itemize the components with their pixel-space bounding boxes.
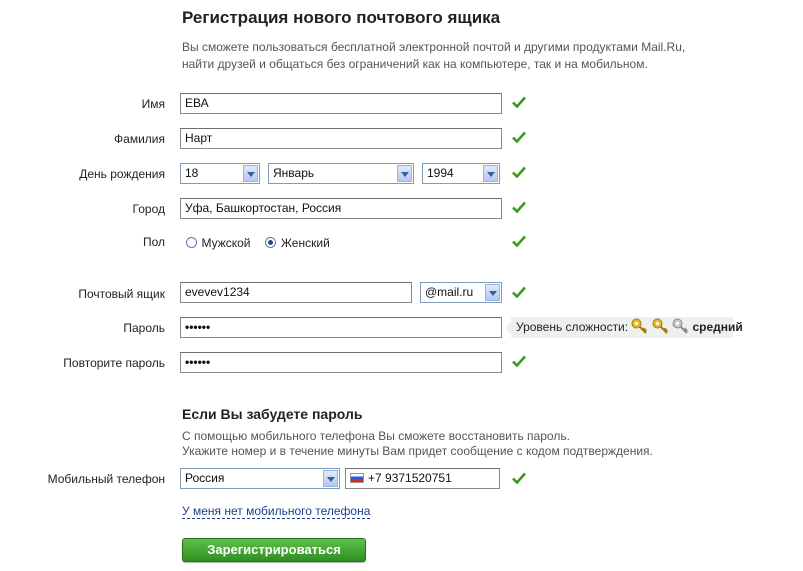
gender-male-label[interactable]: Мужской [201, 236, 250, 250]
phone-label: Мобильный телефон [47, 472, 165, 486]
check-icon [512, 472, 526, 485]
password-repeat-input[interactable]: •••••• [180, 352, 502, 373]
check-icon [512, 201, 526, 214]
page-title: Регистрация нового почтового ящика [182, 8, 501, 27]
password-strength-indicator: Уровень сложности: средний [505, 317, 743, 338]
chevron-down-icon[interactable] [485, 284, 500, 301]
name-input[interactable]: ЕВА [180, 93, 502, 114]
check-icon [512, 235, 526, 248]
phone-value: +7 9371520751 [368, 471, 452, 485]
gender-label: Пол [142, 235, 165, 249]
recovery-line-1: С помощью мобильного телефона Вы сможете… [182, 429, 570, 443]
country-value: Россия [185, 471, 225, 485]
no-phone-link[interactable]: У меня нет мобильного телефона [182, 504, 371, 519]
check-icon [512, 166, 526, 179]
russia-flag-icon [350, 473, 364, 483]
city-label: Город [132, 202, 165, 216]
gender-female-label[interactable]: Женский [281, 236, 330, 250]
chevron-down-icon[interactable] [397, 165, 412, 182]
birthday-month-value: Январь [273, 166, 315, 180]
name-label: Имя [141, 97, 165, 111]
birthday-label: День рождения [79, 167, 165, 181]
surname-input[interactable]: Нарт [180, 128, 502, 149]
gender-female-radio[interactable] [265, 237, 277, 248]
gender-group: Мужской Женский [186, 234, 330, 252]
recovery-text: С помощью мобильного телефона Вы сможете… [182, 429, 742, 459]
phone-input[interactable]: +7 9371520751 [345, 468, 500, 489]
key-icon [652, 318, 668, 334]
intro-text: Вы сможете пользоваться бесплатной элект… [182, 39, 742, 73]
chevron-down-icon[interactable] [323, 470, 338, 487]
register-button[interactable]: Зарегистрироваться [182, 538, 366, 562]
city-input[interactable]: Уфа, Башкортостан, Россия [180, 198, 502, 219]
password-input[interactable]: •••••• [180, 317, 502, 338]
chevron-down-icon[interactable] [243, 165, 258, 182]
key-inactive-icon [672, 318, 689, 334]
intro-line-1: Вы сможете пользоваться бесплатной элект… [182, 40, 686, 54]
domain-select[interactable]: @mail.ru [420, 282, 502, 303]
check-icon [512, 131, 526, 144]
chevron-down-icon[interactable] [483, 165, 498, 182]
strength-label: Уровень сложности: [516, 320, 629, 334]
check-icon [512, 96, 526, 109]
mailbox-label: Почтовый ящик [78, 287, 165, 301]
birthday-day-select[interactable]: 18 [180, 163, 260, 184]
gender-male-radio[interactable] [186, 237, 197, 248]
mailbox-input[interactable]: evevev1234 [180, 282, 412, 303]
recovery-line-2: Укажите номер и в течение минуты Вам при… [182, 444, 653, 458]
birthday-month-select[interactable]: Январь [268, 163, 414, 184]
password-repeat-label: Повторите пароль [63, 356, 165, 370]
birthday-day-value: 18 [185, 166, 199, 180]
birthday-year-value: 1994 [427, 166, 454, 180]
strength-value: средний [692, 320, 743, 334]
surname-label: Фамилия [114, 132, 165, 146]
recovery-title: Если Вы забудете пароль [182, 406, 363, 422]
password-label: Пароль [123, 321, 165, 335]
check-icon [512, 286, 526, 299]
country-select[interactable]: Россия [180, 468, 340, 489]
check-icon [512, 355, 526, 368]
key-icon [631, 318, 648, 334]
birthday-year-select[interactable]: 1994 [422, 163, 500, 184]
intro-line-2: найти друзей и общаться без ограничений … [182, 57, 648, 71]
domain-value: @mail.ru [425, 285, 474, 299]
